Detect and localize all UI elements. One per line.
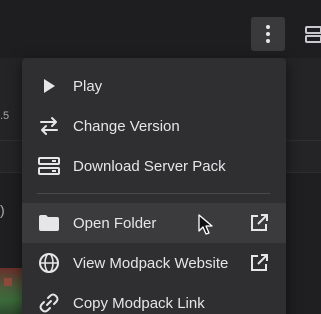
play-icon [36,74,62,98]
folder-icon [36,211,62,235]
swap-arrows-icon [36,114,62,138]
menu-item-play[interactable]: Play [22,66,286,106]
menu-item-change-version[interactable]: Change Version [22,106,286,146]
menu-item-label: Open Folder [73,214,157,232]
more-options-button[interactable] [251,17,285,51]
external-link-icon [249,213,269,233]
menu-item-label: Download Server Pack [73,157,226,175]
context-menu: Play Change Version Download Server Pack… [22,58,286,314]
menu-item-label: View Modpack Website [73,254,229,272]
menu-item-view-modpack-website[interactable]: View Modpack Website [22,243,286,283]
background-text: ) [0,202,5,218]
menu-item-label: Change Version [73,117,180,135]
background-text: .5 [0,110,10,122]
modpack-thumbnail [0,268,22,314]
menu-item-copy-modpack-link[interactable]: Copy Modpack Link [22,283,286,314]
menu-item-label: Play [73,77,103,95]
link-icon [36,291,62,314]
menu-divider [37,193,270,194]
menu-item-download-server-pack[interactable]: Download Server Pack [22,146,286,186]
menu-item-open-folder[interactable]: Open Folder [22,203,286,243]
app-window: .5 ) Play Change Version Download Server… [0,0,321,314]
globe-icon [36,251,62,275]
external-link-icon [249,253,269,273]
menu-item-label: Copy Modpack Link [73,294,205,312]
vertical-dots-icon [266,25,270,43]
mouse-cursor-icon [198,214,213,235]
server-list-icon[interactable] [304,25,321,45]
server-icon [36,154,62,178]
